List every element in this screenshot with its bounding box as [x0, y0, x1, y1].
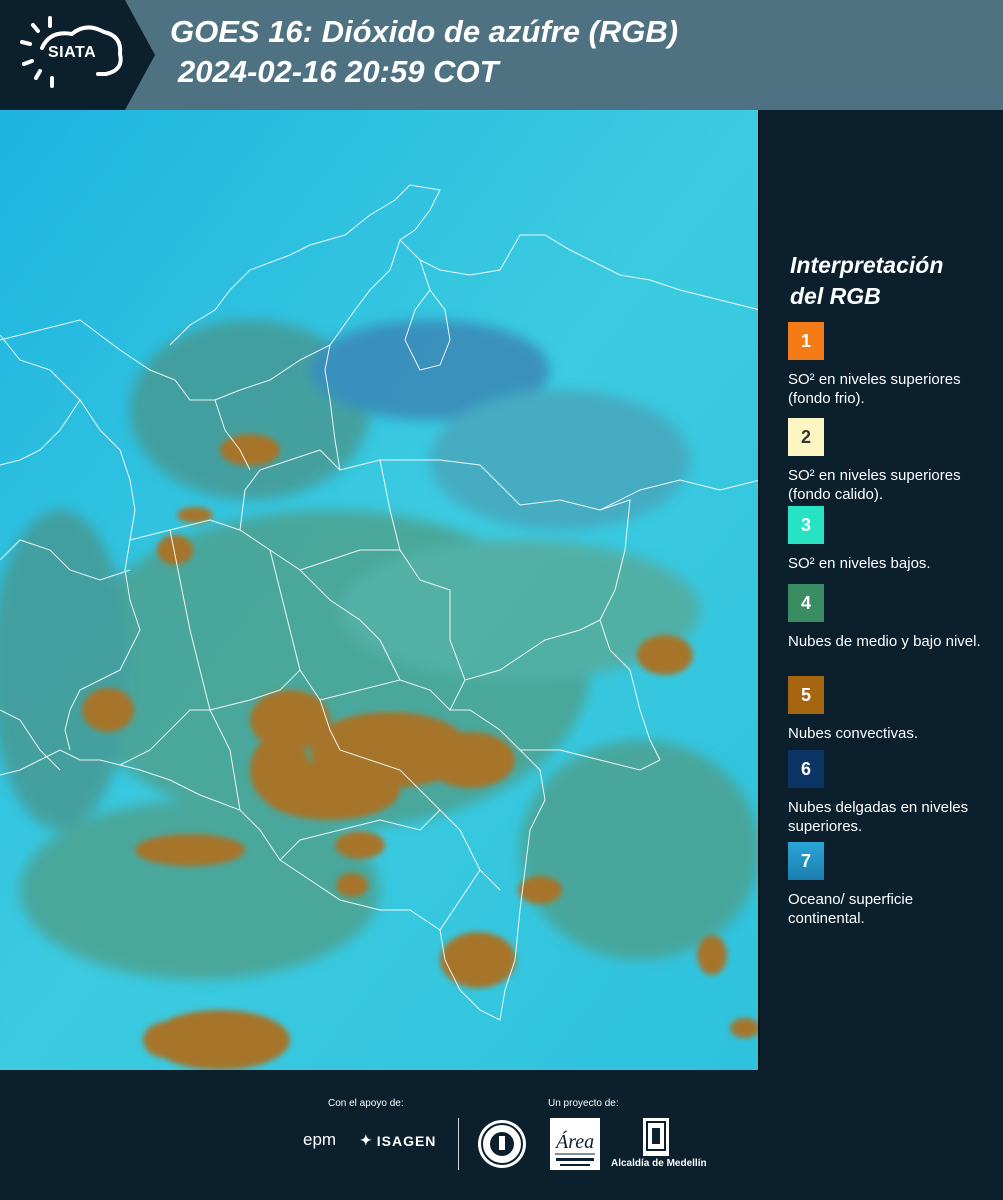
legend-description: Oceano/ superficie continental.	[788, 891, 914, 927]
isagen-logo: ✦ ISAGEN	[360, 1132, 436, 1149]
legend-item: 3 SO² en niveles bajos.	[788, 506, 993, 573]
area-metropolitana-logo: Área	[550, 1118, 600, 1170]
alcaldia-shield-icon	[643, 1118, 669, 1156]
logo-text: SIATA	[48, 44, 97, 61]
legend-description: Nubes convectivas.	[788, 725, 919, 742]
epm-logo-text: epm	[303, 1130, 337, 1149]
alcaldia-label: Alcaldía de Medellín	[611, 1158, 707, 1169]
legend-swatch: 4	[788, 584, 824, 622]
legend-description: Nubes de medio y bajo nivel.	[788, 633, 981, 650]
footer-divider	[458, 1118, 459, 1170]
page-title: GOES 16: Dióxido de azúfre (RGB)	[170, 14, 679, 49]
legend-description: SO² en niveles superiores (fondo frio).	[788, 371, 961, 407]
legend-swatch: 6	[788, 750, 824, 788]
epm-logo: epm	[303, 1130, 336, 1150]
support-label: Con el apoyo de:	[328, 1098, 404, 1109]
legend-description: Nubes delgadas en niveles superiores.	[788, 799, 969, 835]
legend-title-line2: del RGB	[790, 283, 881, 309]
legend-swatch: 1	[788, 322, 824, 360]
header-bar: SIATA GOES 16: Dióxido de azúfre (RGB) 2…	[0, 0, 1003, 110]
legend-description: SO² en niveles superiores (fondo calido)…	[788, 467, 961, 503]
legend-item: 7 Oceano/ superficie continental.	[788, 842, 993, 928]
svg-text:Área: Área	[554, 1130, 594, 1153]
medellin-seal-icon	[478, 1120, 526, 1168]
legend-description: SO² en niveles bajos.	[788, 555, 931, 572]
legend-item: 2 SO² en niveles superiores (fondo calid…	[788, 418, 993, 504]
legend-title-line1: Interpretación	[790, 252, 944, 278]
timestamp: 2024-02-16 20:59 COT	[178, 54, 499, 89]
isagen-icon: ✦	[360, 1132, 373, 1148]
legend-title: Interpretación del RGB	[790, 250, 990, 312]
legend-swatch: 2	[788, 418, 824, 456]
legend-swatch: 7	[788, 842, 824, 880]
siata-logo: SIATA	[0, 0, 155, 110]
satellite-map	[0, 110, 760, 1070]
isagen-logo-text: ISAGEN	[376, 1132, 437, 1149]
legend-item: 1 SO² en niveles superiores (fondo frio)…	[788, 322, 993, 408]
legend-swatch: 5	[788, 676, 824, 714]
legend-item: 5 Nubes convectivas.	[788, 676, 993, 743]
project-label: Un proyecto de:	[548, 1098, 619, 1109]
legend-item: 4 Nubes de medio y bajo nivel.	[788, 584, 993, 651]
legend-panel: Interpretación del RGB 1 SO² en niveles …	[760, 110, 1003, 1070]
footer: Con el apoyo de: Un proyecto de: epm ✦ I…	[0, 1070, 1003, 1200]
legend-swatch: 3	[788, 506, 824, 544]
legend-item: 6 Nubes delgadas en niveles superiores.	[788, 750, 993, 836]
